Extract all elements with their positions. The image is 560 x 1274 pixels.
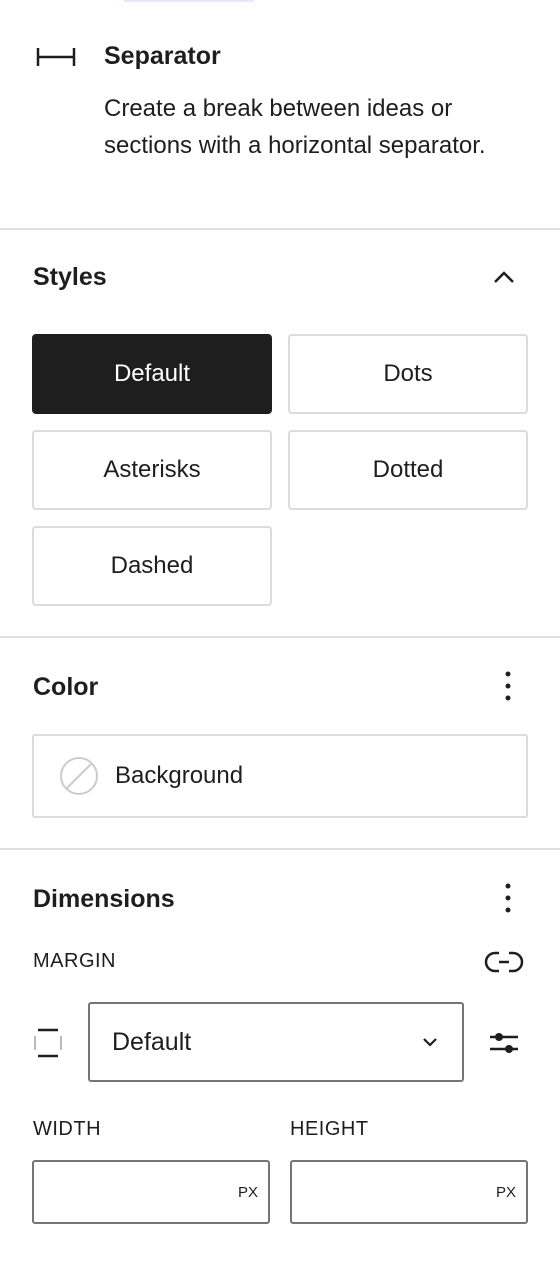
width-unit-label: PX	[237, 1184, 258, 1201]
block-description: Create a break between ideas or sections…	[104, 95, 486, 159]
dimensions-panel-title: Dimensions	[33, 885, 175, 913]
background-color-item[interactable]: Background	[32, 734, 528, 818]
background-label: Background	[115, 762, 244, 789]
color-panel: Color Background	[0, 638, 560, 850]
unlink-sides-icon[interactable]	[484, 948, 524, 976]
custom-settings-icon[interactable]	[488, 1028, 520, 1058]
margin-select-value: Default	[112, 1027, 192, 1056]
style-asterisks-button[interactable]: Asterisks	[32, 430, 272, 510]
block-title: Separator	[104, 42, 221, 70]
width-label: WIDTH	[33, 1118, 102, 1140]
height-input[interactable]: PX	[290, 1160, 528, 1224]
dimensions-options-icon[interactable]	[504, 882, 512, 914]
color-panel-title: Color	[33, 673, 99, 701]
margin-sides-icon	[34, 1028, 62, 1058]
height-label: HEIGHT	[290, 1118, 369, 1140]
block-card: Separator Create a break between ideas o…	[0, 0, 560, 230]
style-default-button[interactable]: Default	[32, 334, 272, 414]
chevron-up-icon[interactable]	[488, 262, 520, 294]
styles-panel-title: Styles	[33, 263, 107, 291]
height-unit-label: PX	[495, 1184, 516, 1201]
dimensions-panel: Dimensions MARGIN Default WIDTH HEIGHT P…	[0, 850, 560, 1274]
margin-select[interactable]: Default	[88, 1002, 464, 1082]
empty-color-swatch-icon	[60, 757, 98, 795]
chevron-down-icon	[423, 1038, 437, 1047]
margin-label: MARGIN	[33, 950, 116, 972]
style-dots-button[interactable]: Dots	[288, 334, 528, 414]
style-dotted-button[interactable]: Dotted	[288, 430, 528, 510]
width-input[interactable]: PX	[32, 1160, 270, 1224]
style-dashed-button[interactable]: Dashed	[32, 526, 272, 606]
color-options-icon[interactable]	[504, 670, 512, 702]
separator-icon	[36, 48, 76, 66]
styles-panel: Styles Default Dots Asterisks Dotted Das…	[0, 230, 560, 638]
